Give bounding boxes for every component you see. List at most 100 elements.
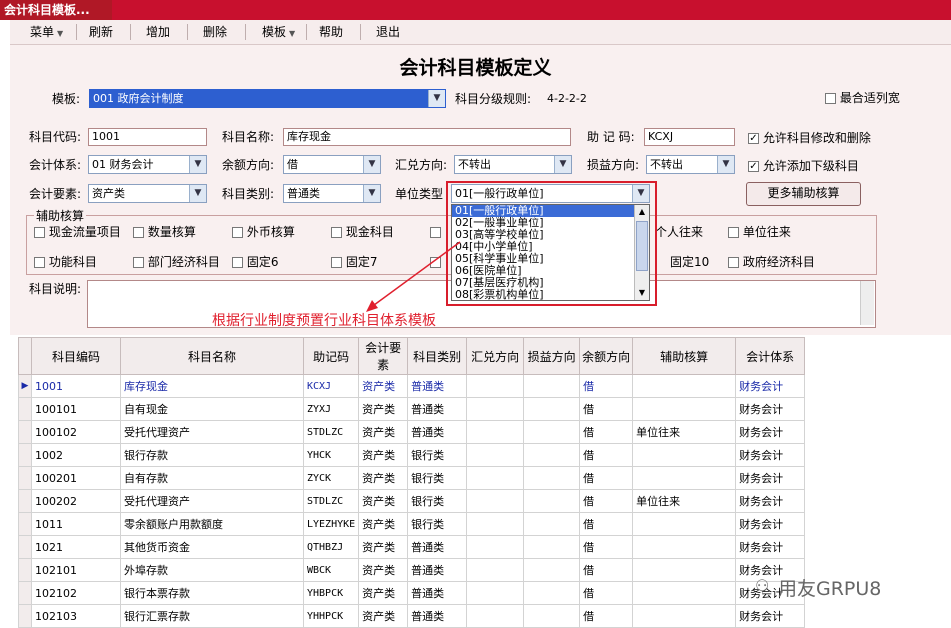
profit-select[interactable]: 不转出 ▼ [646,155,735,174]
table-cell[interactable]: 借 [579,443,634,467]
table-cell[interactable]: 资产类 [358,466,409,490]
table-cell[interactable]: 自有现金 [120,397,304,421]
table-cell[interactable]: 财务会计 [735,397,806,421]
table-cell[interactable]: STDLZC [302,420,360,444]
table-row[interactable]: 102101 外埠存款 WBCK 资产类 普通类借财务会计 [18,558,806,582]
scroll-down-icon[interactable]: ▼ [635,286,649,300]
table-row[interactable]: ▶ 1001 库存现金 KCXJ 资产类 普通类 借 财务会计 [18,374,806,398]
table-cell[interactable] [466,397,525,421]
system-select[interactable]: 01 财务会计 ▼ [88,155,207,174]
table-cell[interactable] [632,466,737,490]
allow-add-checkbox[interactable]: ✓ 允许添加下级科目 [748,158,859,174]
chevron-down-icon[interactable]: ▼ [363,185,380,202]
table-cell[interactable]: 银行类 [407,466,468,490]
table-cell[interactable] [466,489,525,513]
aux-gov-econ-checkbox[interactable]: 政府经济科目 [728,254,815,270]
code-field[interactable]: 1001 [88,128,207,146]
checkbox-box[interactable] [430,227,441,238]
mnemonic-field[interactable]: KCXJ [644,128,735,146]
aux-fixed6-checkbox[interactable]: 固定6 [232,254,278,270]
table-cell[interactable] [466,558,525,582]
unit-type-dropdown-list[interactable]: 01[一般行政单位] 02[一般事业单位] 03[高等学校单位] 04[中小学单… [451,204,650,301]
table-cell[interactable] [466,604,525,628]
menu-item-add[interactable]: 增加 [146,20,170,44]
checkbox-box[interactable] [331,257,342,268]
table-row[interactable]: 100101 自有现金 ZYXJ 资产类 普通类 借 财务会计 [18,397,806,421]
category-select[interactable]: 普通类 ▼ [283,184,381,203]
table-cell[interactable]: 资产类 [358,512,409,536]
aux-hidden-checkbox[interactable] [430,224,441,240]
column-header[interactable]: 汇兑方向 [466,337,525,375]
table-cell[interactable]: KCXJ [302,374,360,398]
table-cell[interactable]: QTHBZJ [302,535,360,559]
table-cell[interactable]: 资产类 [358,489,409,513]
balance-select[interactable]: 借 ▼ [283,155,381,174]
table-cell[interactable]: 100102 [31,420,121,444]
table-cell[interactable]: 1002 [31,443,121,467]
table-cell[interactable]: YHHPCK [302,604,360,628]
table-cell[interactable]: 资产类 [358,558,409,582]
table-cell[interactable]: 资产类 [358,443,409,467]
table-cell[interactable]: 财务会计 [735,535,806,559]
table-row[interactable]: 100102 受托代理资产 STDLZC 资产类 普通类 借单位往来 财务会计 [18,420,806,444]
table-cell[interactable]: 1001 [31,374,121,398]
checkbox-box[interactable] [133,227,144,238]
table-cell[interactable]: 资产类 [358,604,409,628]
dropdown-scrollbar[interactable]: ▲ ▼ [634,205,649,300]
table-cell[interactable] [523,420,581,444]
chevron-down-icon[interactable]: ▼ [554,156,571,173]
checkbox-box[interactable] [728,257,739,268]
table-cell[interactable] [632,535,737,559]
table-cell[interactable] [632,581,737,605]
table-cell[interactable]: 借 [579,604,634,628]
table-cell[interactable]: 资产类 [358,374,409,398]
exchange-select[interactable]: 不转出 ▼ [454,155,572,174]
table-cell[interactable] [466,512,525,536]
table-cell[interactable]: 财务会计 [735,374,806,398]
table-cell[interactable]: 普通类 [407,581,468,605]
checkbox-box[interactable]: ✓ [748,161,759,172]
table-row[interactable]: 1021 其他货币资金 QTHBZJ 资产类 普通类 借 财务会计 [18,535,806,559]
table-cell[interactable] [523,374,581,398]
table-cell[interactable]: 财务会计 [735,466,806,490]
table-cell[interactable]: STDLZC [302,489,360,513]
table-cell[interactable] [632,512,737,536]
chevron-down-icon[interactable]: ▼ [189,156,206,173]
table-cell[interactable]: ZYXJ [302,397,360,421]
table-cell[interactable]: 普通类 [407,535,468,559]
table-cell[interactable]: 银行类 [407,443,468,467]
menu-item-template[interactable]: 模板 ▼ [262,20,295,44]
aux-quantity-checkbox[interactable]: 数量核算 [133,224,196,240]
element-select[interactable]: 资产类 ▼ [88,184,207,203]
menu-item-exit[interactable]: 退出 [376,20,400,44]
table-cell[interactable]: 库存现金 [120,374,304,398]
chevron-down-icon[interactable]: ▼ [428,90,445,107]
table-cell[interactable]: 单位往来 [632,489,737,513]
table-cell[interactable]: 普通类 [407,374,468,398]
table-cell[interactable]: 100202 [31,489,121,513]
table-cell[interactable] [466,535,525,559]
table-cell[interactable]: 借 [579,512,634,536]
table-cell[interactable] [632,604,737,628]
table-cell[interactable] [466,443,525,467]
table-cell[interactable]: 资产类 [358,535,409,559]
table-cell[interactable] [523,581,581,605]
aux-unit-checkbox[interactable]: 单位往来 [728,224,791,240]
column-header[interactable]: 会计体系 [735,337,806,375]
table-cell[interactable] [523,397,581,421]
table-cell[interactable] [632,558,737,582]
table-cell[interactable] [466,374,525,398]
table-cell[interactable] [466,420,525,444]
aux-personal-checkbox[interactable]: 个人往来 [655,224,703,240]
scroll-up-icon[interactable]: ▲ [635,205,649,219]
table-cell[interactable]: 银行类 [407,512,468,536]
checkbox-box[interactable] [133,257,144,268]
table-cell[interactable]: 借 [579,558,634,582]
table-cell[interactable]: 普通类 [407,604,468,628]
table-cell[interactable]: 银行类 [407,489,468,513]
table-cell[interactable] [523,535,581,559]
table-cell[interactable] [523,466,581,490]
table-cell[interactable]: 100101 [31,397,121,421]
table-row[interactable]: 102103 银行汇票存款 YHHPCK 资产类 普通类 借 财务会计 [18,604,806,628]
scroll-thumb[interactable] [636,221,648,271]
